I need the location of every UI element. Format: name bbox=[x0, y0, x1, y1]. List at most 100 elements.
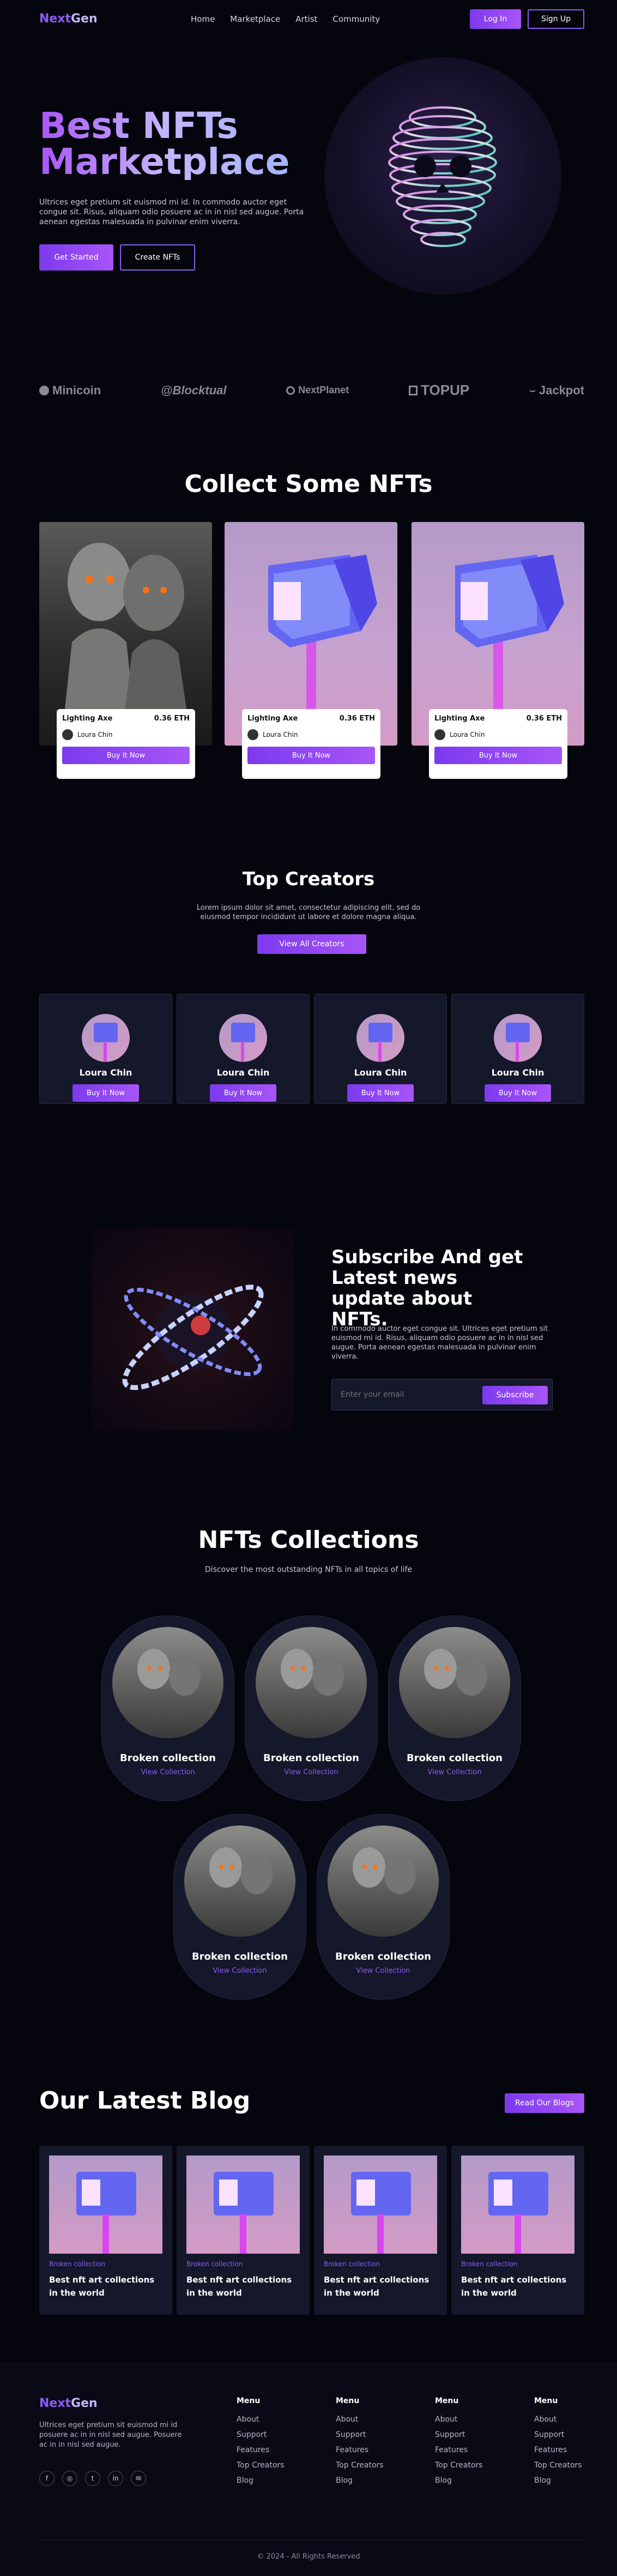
footer-column: Menu About Support Features Top Creators… bbox=[534, 2397, 582, 2485]
blog-card[interactable]: Broken collection Best nft art collectio… bbox=[177, 2146, 310, 2315]
mail-icon[interactable]: ✉ bbox=[131, 2471, 146, 2486]
creator-avatar bbox=[356, 1014, 404, 1062]
navbar: NextGen Home Marketplace Artist Communit… bbox=[0, 0, 617, 39]
brand-logo[interactable]: NextGen bbox=[39, 12, 98, 26]
subscribe-button[interactable]: Subscribe bbox=[482, 1386, 548, 1404]
facebook-icon[interactable]: f bbox=[39, 2471, 55, 2486]
view-collection-link[interactable]: View Collection bbox=[102, 1768, 234, 1776]
footer-link-support[interactable]: Support bbox=[336, 2430, 384, 2439]
footer-link-about[interactable]: About bbox=[237, 2415, 285, 2424]
footer-column: Menu About Support Features Top Creators… bbox=[237, 2397, 285, 2485]
partner-topup[interactable]: TOPUP bbox=[409, 382, 469, 399]
partner-minicoin[interactable]: Minicoin bbox=[39, 383, 101, 398]
view-all-creators-button[interactable]: View All Creators bbox=[257, 934, 366, 954]
view-collection-link[interactable]: View Collection bbox=[245, 1768, 377, 1776]
login-button[interactable]: Log In bbox=[470, 9, 521, 29]
partner-blocktual-label: @Blocktual bbox=[161, 383, 227, 397]
footer-link-blog[interactable]: Blog bbox=[534, 2476, 582, 2485]
blog-post-title[interactable]: Best nft art collections in the world bbox=[324, 2273, 437, 2299]
instagram-icon[interactable]: ◎ bbox=[62, 2471, 77, 2486]
blog-post-title[interactable]: Best nft art collections in the world bbox=[49, 2273, 162, 2299]
nav-marketplace[interactable]: Marketplace bbox=[230, 14, 280, 24]
footer-column-head: Menu bbox=[336, 2397, 360, 2405]
buy-now-button[interactable]: Buy It Now bbox=[210, 1084, 276, 1102]
footer-link-about[interactable]: About bbox=[534, 2415, 582, 2424]
nft-name: Lighting Axe bbox=[434, 714, 485, 723]
view-collection-link[interactable]: View Collection bbox=[389, 1768, 521, 1776]
collection-card[interactable]: Broken collection View Collection bbox=[173, 1814, 306, 1999]
footer-link-features[interactable]: Features bbox=[435, 2446, 483, 2454]
blog-image bbox=[49, 2155, 162, 2254]
footer-link-support[interactable]: Support bbox=[237, 2430, 285, 2439]
partner-blocktual[interactable]: @Blocktual bbox=[161, 383, 226, 398]
creator-card[interactable]: Loura Chin Buy It Now bbox=[39, 994, 172, 1104]
get-started-button[interactable]: Get Started bbox=[39, 244, 113, 271]
buy-now-button[interactable]: Buy It Now bbox=[347, 1084, 414, 1102]
collection-name: Broken collection bbox=[407, 1752, 503, 1764]
create-nfts-button[interactable]: Create NFTs bbox=[120, 244, 195, 271]
footer-link-support[interactable]: Support bbox=[435, 2430, 483, 2439]
partner-nextplanet[interactable]: NextPlanet bbox=[286, 385, 349, 396]
creators-body: Lorem ipsum dolor sit amet, consectetur … bbox=[196, 904, 421, 921]
subscribe-form: Subscribe bbox=[331, 1379, 553, 1410]
creator-card[interactable]: Loura Chin Buy It Now bbox=[177, 994, 310, 1104]
creator-card[interactable]: Loura Chin Buy It Now bbox=[451, 994, 584, 1104]
nav-community[interactable]: Community bbox=[332, 14, 380, 24]
nft-card-info: Lighting Axe 0.36 ETH Loura Chin Buy It … bbox=[57, 709, 195, 779]
buy-now-button[interactable]: Buy It Now bbox=[247, 747, 375, 764]
brand-name-b: Gen bbox=[71, 2397, 98, 2410]
footer: NextGen Ultrices eget pretium sit euismo… bbox=[0, 2362, 617, 2576]
nav-home[interactable]: Home bbox=[191, 14, 215, 24]
footer-link-top-creators[interactable]: Top Creators bbox=[534, 2461, 582, 2470]
collection-name: Broken collection bbox=[120, 1752, 216, 1764]
footer-link-features[interactable]: Features bbox=[336, 2446, 384, 2454]
creator-card[interactable]: Loura Chin Buy It Now bbox=[314, 994, 447, 1104]
buy-now-button[interactable]: Buy It Now bbox=[62, 747, 190, 764]
signup-button[interactable]: Sign Up bbox=[528, 9, 584, 29]
read-blogs-button[interactable]: Read Our Blogs bbox=[505, 2093, 584, 2113]
footer-link-about[interactable]: About bbox=[336, 2415, 384, 2424]
blog-post-title[interactable]: Best nft art collections in the world bbox=[461, 2273, 574, 2299]
collection-card[interactable]: Broken collection View Collection bbox=[317, 1814, 450, 1999]
footer-link-top-creators[interactable]: Top Creators bbox=[336, 2461, 384, 2470]
blog-post-title[interactable]: Best nft art collections in the world bbox=[186, 2273, 300, 2299]
email-input[interactable] bbox=[341, 1387, 477, 1402]
collection-card[interactable]: Broken collection View Collection bbox=[388, 1616, 521, 1801]
blog-card[interactable]: Broken collection Best nft art collectio… bbox=[314, 2146, 447, 2315]
hero-title: Best NFTs Marketplace bbox=[39, 108, 290, 180]
footer-link-top-creators[interactable]: Top Creators bbox=[237, 2461, 285, 2470]
buy-now-button[interactable]: Buy It Now bbox=[72, 1084, 139, 1102]
collection-card[interactable]: Broken collection View Collection bbox=[245, 1616, 378, 1801]
twitter-icon[interactable]: t bbox=[85, 2471, 100, 2486]
collection-name: Broken collection bbox=[335, 1951, 431, 1962]
footer-link-blog[interactable]: Blog bbox=[435, 2476, 483, 2485]
linkedin-icon[interactable]: in bbox=[108, 2471, 123, 2486]
creator-avatar bbox=[82, 1014, 130, 1062]
blog-card[interactable]: Broken collection Best nft art collectio… bbox=[451, 2146, 584, 2315]
hero-title-line1: Best NFTs bbox=[39, 105, 238, 147]
footer-link-blog[interactable]: Blog bbox=[336, 2476, 384, 2485]
view-collection-link[interactable]: View Collection bbox=[174, 1967, 306, 1975]
footer-logo[interactable]: NextGen bbox=[39, 2397, 98, 2410]
footer-link-features[interactable]: Features bbox=[237, 2446, 285, 2454]
footer-link-support[interactable]: Support bbox=[534, 2430, 582, 2439]
owner-name: Loura Chin bbox=[77, 731, 113, 738]
creators-title: Top Creators bbox=[242, 868, 375, 890]
collection-image bbox=[184, 1826, 295, 1937]
buy-now-button[interactable]: Buy It Now bbox=[434, 747, 562, 764]
nft-price: 0.36 ETH bbox=[339, 714, 375, 723]
blog-card[interactable]: Broken collection Best nft art collectio… bbox=[39, 2146, 172, 2315]
footer-link-blog[interactable]: Blog bbox=[237, 2476, 285, 2485]
nav-artist[interactable]: Artist bbox=[295, 14, 317, 24]
footer-link-features[interactable]: Features bbox=[534, 2446, 582, 2454]
view-collection-link[interactable]: View Collection bbox=[317, 1967, 449, 1975]
collection-image bbox=[256, 1627, 367, 1738]
partner-jackpot[interactable]: ⌣ Jackpot bbox=[529, 383, 584, 398]
collection-card[interactable]: Broken collection View Collection bbox=[101, 1616, 234, 1801]
creator-name: Loura Chin bbox=[491, 1067, 545, 1078]
subscribe-image bbox=[92, 1228, 294, 1431]
buy-now-button[interactable]: Buy It Now bbox=[485, 1084, 551, 1102]
footer-link-top-creators[interactable]: Top Creators bbox=[435, 2461, 483, 2470]
nav-links: Home Marketplace Artist Community bbox=[191, 14, 380, 24]
footer-link-about[interactable]: About bbox=[435, 2415, 483, 2424]
